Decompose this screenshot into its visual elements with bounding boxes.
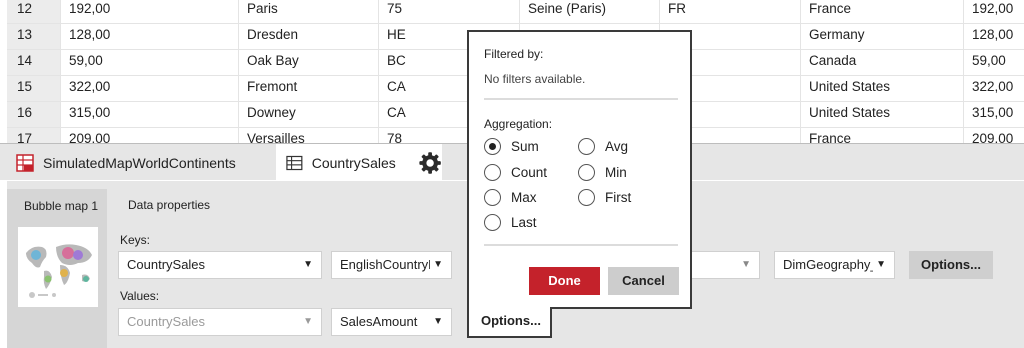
keys-label: Keys:: [120, 233, 151, 247]
table-cell[interactable]: Canada: [800, 50, 963, 76]
grid-icon: [286, 155, 303, 170]
chevron-down-icon: ▼: [430, 252, 443, 278]
hidden-dropdown[interactable]: ▼: [682, 251, 760, 279]
tab-country-sales-label: CountrySales: [311, 154, 396, 171]
radio-sum-label: Sum: [511, 139, 539, 154]
bubble-map-tab[interactable]: Bubble map 1: [7, 189, 107, 348]
row-number[interactable]: 14: [7, 50, 60, 76]
table-cell[interactable]: 128,00: [60, 24, 238, 50]
table-cell[interactable]: Germany: [800, 24, 963, 50]
options-button[interactable]: Options...: [909, 251, 993, 279]
row-number[interactable]: 16: [7, 102, 60, 128]
chevron-down-icon: ▼: [303, 316, 313, 327]
table-cell[interactable]: 59,00: [963, 50, 1024, 76]
radio-count[interactable]: Count: [484, 164, 547, 181]
cancel-button[interactable]: Cancel: [608, 267, 679, 295]
table-cell[interactable]: 315,00: [60, 102, 238, 128]
values-source-value: CountrySales: [127, 314, 206, 329]
values-source-dropdown[interactable]: CountrySales ▼: [118, 308, 322, 336]
table-cell[interactable]: United States: [800, 102, 963, 128]
table-cell[interactable]: 192,00: [60, 0, 238, 24]
radio-last[interactable]: Last: [484, 214, 537, 231]
popup-border: [550, 307, 692, 309]
chevron-down-icon: ▼: [741, 259, 751, 270]
tab-simulated-map-label: SimulatedMapWorldContinents: [43, 154, 236, 171]
table-icon: [16, 153, 34, 172]
table-cell[interactable]: 75: [378, 0, 519, 24]
chevron-down-icon: ▼: [303, 259, 313, 270]
tab-simulated-map[interactable]: SimulatedMapWorldContinents: [16, 144, 276, 181]
values-label: Values:: [120, 289, 160, 303]
radio-checked-icon: [484, 138, 501, 155]
table-cell[interactable]: Paris: [238, 0, 378, 24]
row-number[interactable]: 15: [7, 76, 60, 102]
keys-field-value: EnglishCountryR: [340, 257, 438, 272]
divider: [484, 244, 678, 246]
radio-avg[interactable]: Avg: [578, 138, 628, 155]
gear-icon[interactable]: [418, 150, 442, 176]
geo-field-dropdown[interactable]: DimGeography_ ▼: [774, 251, 895, 279]
bubble-map-tab-label: Bubble map 1: [24, 199, 99, 213]
table-cell[interactable]: 322,00: [963, 76, 1024, 102]
radio-unchecked-icon: [578, 189, 595, 206]
radio-min[interactable]: Min: [578, 164, 627, 181]
radio-count-label: Count: [511, 165, 548, 180]
no-filters-text: No filters available.: [484, 72, 586, 86]
table-cell[interactable]: Seine (Paris): [519, 0, 659, 24]
options-tab[interactable]: Options...: [467, 307, 552, 338]
radio-unchecked-icon: [484, 214, 501, 231]
filtered-by-label: Filtered by:: [484, 47, 544, 61]
table-cell[interactable]: 128,00: [963, 24, 1024, 50]
geo-field-value: DimGeography_: [783, 257, 878, 272]
world-map-thumbnail-icon: [26, 244, 92, 298]
bubble-map-thumbnail: [18, 227, 98, 307]
table-cell[interactable]: 59,00: [60, 50, 238, 76]
radio-unchecked-icon: [578, 138, 595, 155]
radio-avg-label: Avg: [605, 139, 629, 154]
values-field-dropdown[interactable]: SalesAmount ▼: [331, 308, 452, 336]
radio-min-label: Min: [605, 165, 627, 180]
table-cell[interactable]: Downey: [238, 102, 378, 128]
table-cell[interactable]: United States: [800, 76, 963, 102]
table-cell[interactable]: 192,00: [963, 0, 1024, 24]
aggregation-label: Aggregation:: [484, 117, 553, 131]
aggregation-popup: Filtered by: No filters available. Aggre…: [467, 30, 692, 309]
table-cell[interactable]: FR: [659, 0, 800, 24]
table-cell[interactable]: 322,00: [60, 76, 238, 102]
table-cell[interactable]: Fremont: [238, 76, 378, 102]
table-cell[interactable]: France: [800, 0, 963, 24]
table-cell[interactable]: 315,00: [963, 102, 1024, 128]
radio-max[interactable]: Max: [484, 189, 537, 206]
radio-unchecked-icon: [484, 189, 501, 206]
data-properties-tab[interactable]: Data properties: [128, 198, 210, 212]
keys-source-dropdown[interactable]: CountrySales ▼: [118, 251, 322, 279]
chevron-down-icon: ▼: [430, 309, 443, 335]
radio-first-label: First: [605, 190, 632, 205]
options-tab-label: Options...: [481, 313, 541, 328]
tab-country-sales[interactable]: CountrySales: [276, 144, 442, 181]
radio-max-label: Max: [511, 190, 537, 205]
done-button[interactable]: Done: [529, 267, 600, 295]
radio-sum[interactable]: Sum: [484, 138, 539, 155]
keys-field-dropdown[interactable]: EnglishCountryR ▼: [331, 251, 452, 279]
row-number[interactable]: 13: [7, 24, 60, 50]
row-number[interactable]: 12: [7, 0, 60, 24]
table-row[interactable]: 12 192,00 Paris 75 Seine (Paris) FR France 192,…: [7, 0, 1024, 24]
keys-source-value: CountrySales: [127, 257, 206, 272]
values-field-value: SalesAmount: [340, 314, 418, 329]
radio-last-label: Last: [511, 215, 537, 230]
radio-unchecked-icon: [484, 164, 501, 181]
divider: [484, 98, 678, 100]
radio-first[interactable]: First: [578, 189, 631, 206]
table-cell[interactable]: Oak Bay: [238, 50, 378, 76]
chevron-down-icon: ▼: [873, 252, 886, 278]
radio-unchecked-icon: [578, 164, 595, 181]
table-cell[interactable]: Dresden: [238, 24, 378, 50]
